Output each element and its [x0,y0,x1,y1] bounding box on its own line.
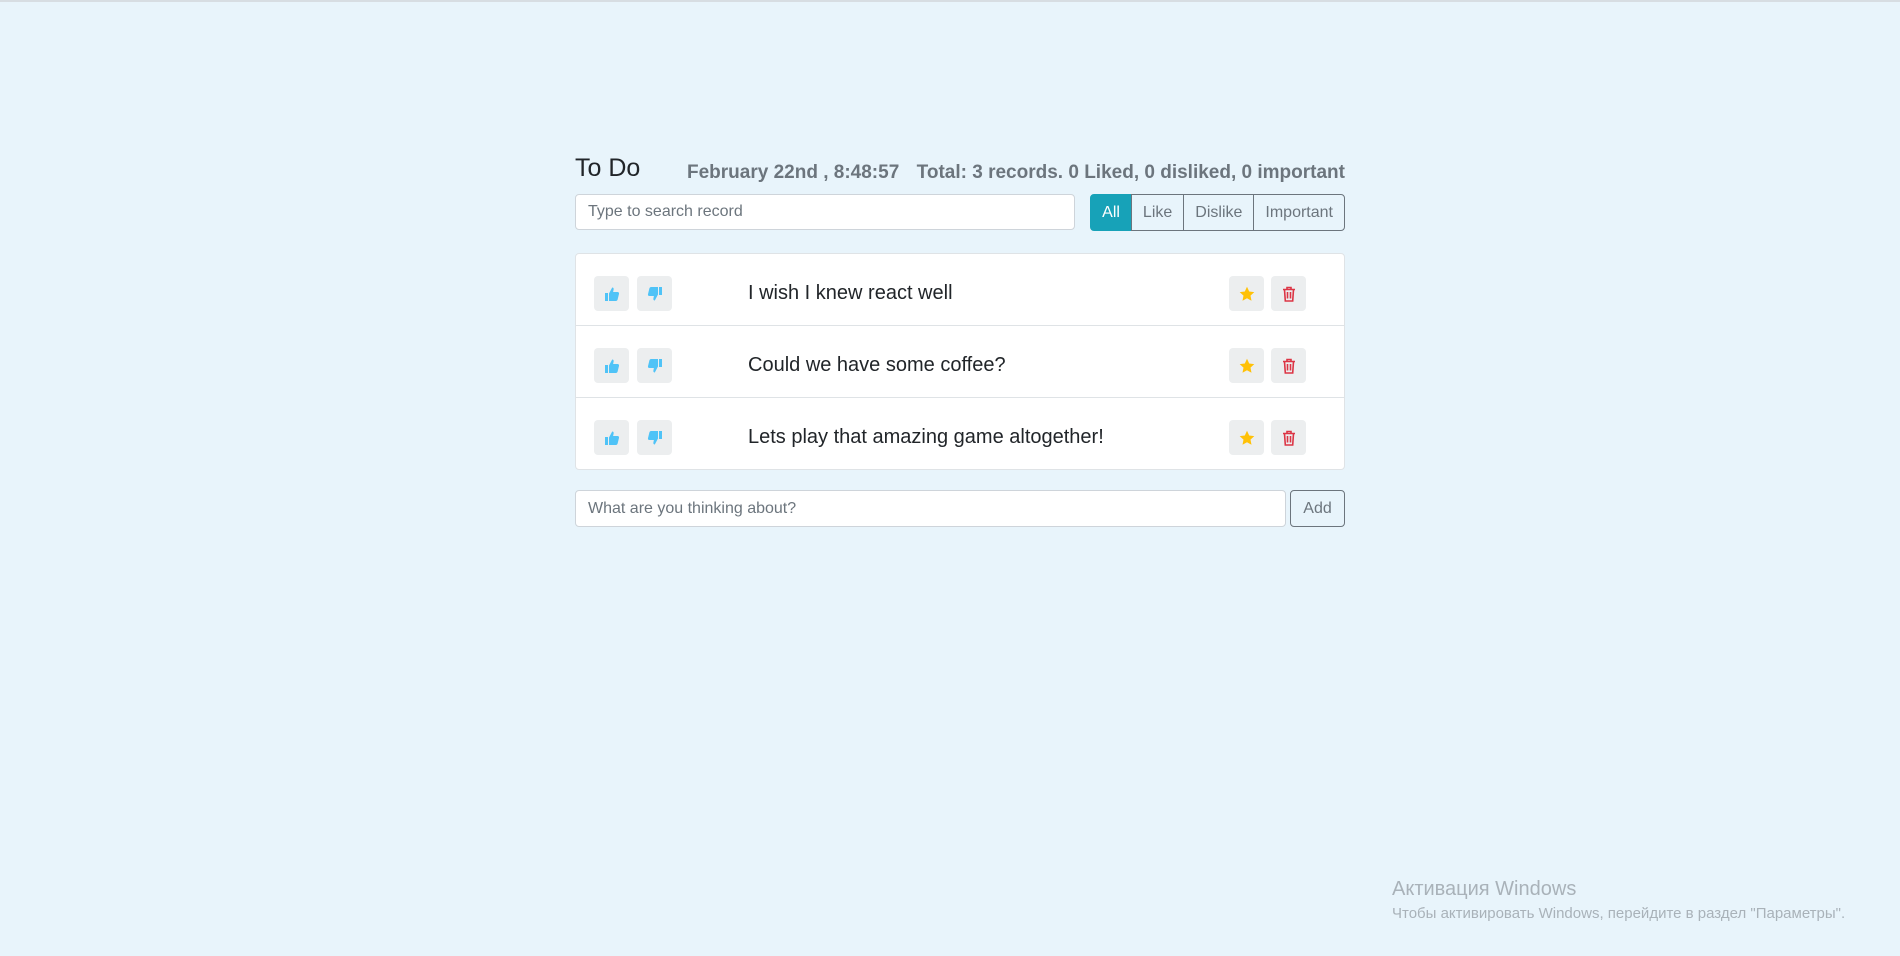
todo-item-label[interactable]: Could we have some coffee? [748,354,1006,377]
watermark-title: Активация Windows [1392,878,1577,900]
thumbs-up-icon [604,359,619,373]
like-button[interactable] [594,276,629,311]
trash-icon [1282,430,1295,446]
star-icon [1239,430,1254,445]
filter-button-group: All Like Dislike Important [1090,194,1345,231]
dislike-button[interactable] [637,276,672,311]
delete-button[interactable] [1271,348,1306,383]
dislike-button[interactable] [637,420,672,455]
thumbs-down-icon [647,430,662,444]
page-title: To Do [575,154,641,182]
windows-activation-watermark: Активация Windows Чтобы активировать Win… [1392,878,1845,922]
new-item-input[interactable] [575,490,1286,527]
trash-icon [1282,286,1295,302]
current-datetime: February 22nd , 8:48:57 [687,162,900,183]
todo-app: To Do February 22nd , 8:48:57 Total: 3 r… [575,150,1345,528]
dislike-button[interactable] [637,348,672,383]
thumbs-down-icon [647,286,662,300]
app-header: To Do February 22nd , 8:48:57 Total: 3 r… [575,150,1345,194]
watermark-subtitle: Чтобы активировать Windows, перейдите в … [1392,905,1846,922]
records-summary: Total: 3 records. 0 Liked, 0 disliked, 0… [916,162,1345,183]
search-panel: All Like Dislike Important [575,194,1345,232]
like-button[interactable] [594,348,629,383]
important-button[interactable] [1229,420,1264,455]
window-top-border [0,0,1900,2]
filter-dislike-button[interactable]: Dislike [1183,194,1255,231]
filter-all-button[interactable]: All [1090,194,1132,231]
todo-item-label[interactable]: I wish I knew react well [748,282,953,305]
star-icon [1239,358,1254,373]
todo-list-item: I wish I knew react well [576,254,1344,326]
important-button[interactable] [1229,276,1264,311]
add-item-form: Add [575,490,1345,528]
like-button[interactable] [594,420,629,455]
todo-list-item: Could we have some coffee? [576,326,1344,398]
add-button[interactable]: Add [1290,490,1345,527]
filter-important-button[interactable]: Important [1253,194,1345,231]
filter-like-button[interactable]: Like [1130,194,1185,231]
thumbs-up-icon [604,431,619,445]
delete-button[interactable] [1271,420,1306,455]
trash-icon [1282,358,1295,374]
thumbs-down-icon [647,358,662,372]
search-input[interactable] [575,194,1075,230]
important-button[interactable] [1229,348,1264,383]
star-icon [1239,286,1254,301]
delete-button[interactable] [1271,276,1306,311]
todo-item-label[interactable]: Lets play that amazing game altogether! [748,426,1104,449]
todo-list: I wish I knew react well Could we have s… [575,253,1345,470]
thumbs-up-icon [604,287,619,301]
todo-list-item: Lets play that amazing game altogether! [576,398,1344,469]
